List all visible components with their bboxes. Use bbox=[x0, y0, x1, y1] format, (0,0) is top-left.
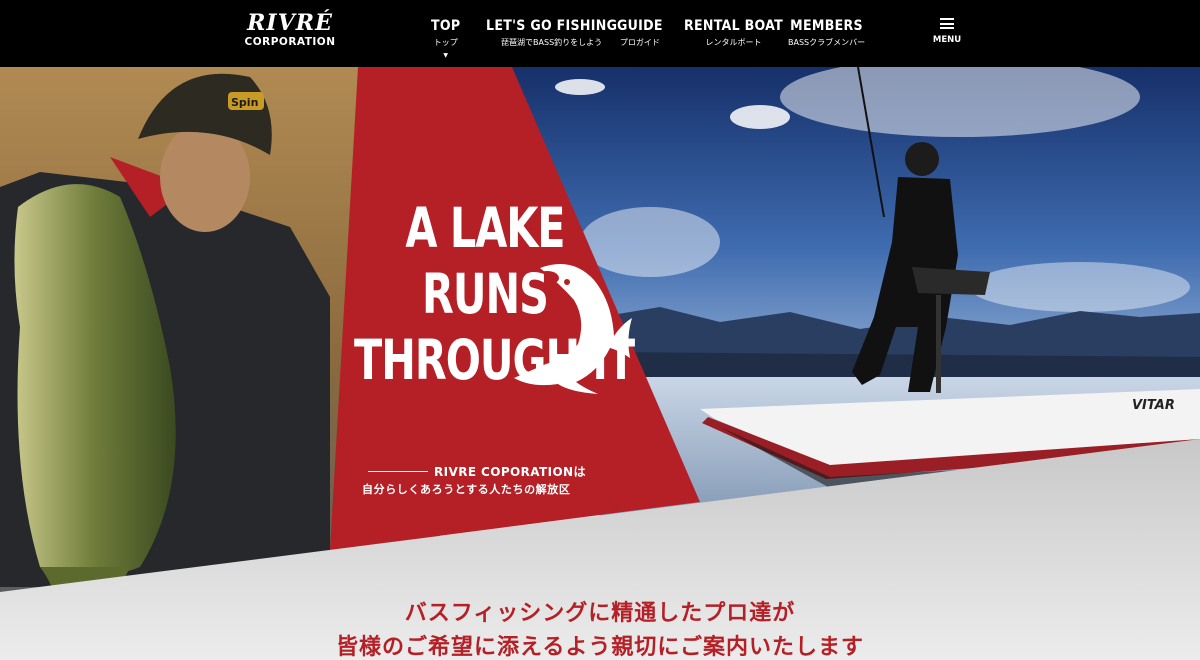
menu-label: MENU bbox=[932, 35, 962, 45]
nav-sublabel: レンタルボート bbox=[705, 38, 762, 47]
nav-label: MEMBERS bbox=[790, 18, 863, 34]
cap-logo: Spin bbox=[231, 96, 258, 109]
nav-label: GUIDE bbox=[617, 18, 663, 34]
intro-line-2: 皆様のご希望に添えるよう親切にご案内いたします bbox=[336, 635, 864, 660]
nav-label: RENTAL BOAT bbox=[684, 18, 783, 34]
nav-sublabel: BASSクラブメンバー bbox=[788, 38, 866, 47]
nav-item-guide[interactable]: GUIDE プロガイド bbox=[617, 18, 663, 48]
site-logo[interactable]: RIVRÉ CORPORATION bbox=[240, 12, 340, 48]
nav-item-lets-go-fishing[interactable]: LET'S GO FISHING 琵琶湖でBASS釣りをしよう bbox=[486, 18, 617, 48]
logo-subtitle: CORPORATION bbox=[244, 36, 336, 48]
nav-item-rental-boat[interactable]: RENTAL BOAT レンタルボート bbox=[684, 18, 783, 48]
tagline-rule bbox=[368, 471, 428, 472]
hamburger-icon bbox=[940, 18, 954, 29]
hero-banner: VITAR Spin A LAKE RUNS THROUGH IT RIVRE … bbox=[0, 67, 1200, 660]
nav-sublabel: プロガイド bbox=[619, 38, 660, 47]
nav-label: TOP bbox=[431, 18, 461, 34]
nav-sublabel: トップ bbox=[433, 38, 458, 47]
nav-label: LET'S GO FISHING bbox=[486, 18, 618, 34]
hero-catchphrase: A LAKE RUNS THROUGH IT bbox=[354, 195, 635, 393]
nav-sublabel: 琵琶湖でBASS釣りをしよう bbox=[501, 38, 603, 47]
intro-line-1: バスフィッシングに精通したプロ達が bbox=[404, 601, 796, 626]
menu-button[interactable]: MENU bbox=[928, 18, 966, 45]
nav-item-members[interactable]: MEMBERS BASSクラブメンバー bbox=[788, 18, 865, 48]
catch-line-3: THROUGH IT bbox=[354, 327, 635, 393]
boat-brand: VITAR bbox=[1132, 398, 1175, 413]
nav-item-top[interactable]: TOP トップ ▼ bbox=[431, 18, 460, 59]
site-header: RIVRÉ CORPORATION TOP トップ ▼ LET'S GO FIS… bbox=[0, 0, 1200, 67]
logo-wordmark: RIVRÉ bbox=[247, 10, 333, 36]
active-caret-icon: ▼ bbox=[443, 52, 449, 59]
tagline-en: RIVRE COPORATIONは bbox=[434, 465, 586, 479]
tagline-ja: 自分らしくあろうとする人たちの解放区 bbox=[362, 483, 571, 496]
